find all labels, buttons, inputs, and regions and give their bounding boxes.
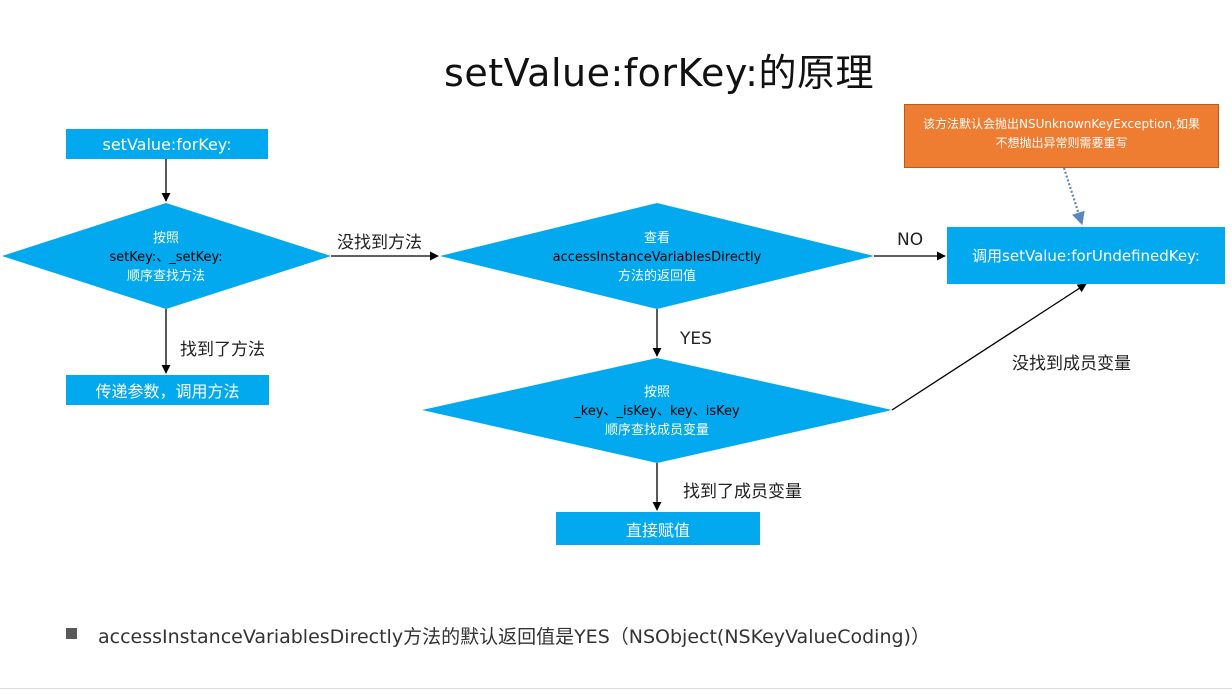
bullet-text: accessInstanceVariablesDirectly方法的默认返回值是… — [98, 626, 930, 648]
assign-node: 直接赋值 — [556, 512, 760, 545]
edge-label-method-found: 找到了方法 — [180, 340, 265, 360]
bullet-square-icon — [66, 628, 77, 639]
edge-label-no: NO — [897, 230, 924, 250]
decision-find-setter-text: 按照 setKey:、_setKey: 顺序查找方法 — [109, 231, 223, 284]
decision-find-ivar-text: 按照 _key、_isKey、key、isKey 顺序查找成员变量 — [574, 385, 740, 438]
note-connector — [1062, 167, 1085, 226]
pass-params-node: 传递参数，调用方法 — [66, 375, 269, 405]
arrow-decision3-to-undefined — [891, 283, 1087, 411]
undefined-key-node: 调用setValue:forUndefinedKey: — [947, 227, 1225, 284]
exception-note: 该方法默认会抛出NSUnknownKeyException,如果 不想抛出异常则… — [904, 104, 1219, 168]
edge-label-ivar-found: 找到了成员变量 — [683, 482, 802, 502]
start-node: setValue:forKey: — [66, 129, 268, 159]
edge-label-ivar-not-found: 没找到成员变量 — [1012, 354, 1131, 374]
edge-label-method-not-found: 没找到方法 — [337, 233, 422, 253]
decision-access-ivars-text: 查看 accessInstanceVariablesDirectly 方法的返回… — [552, 231, 762, 284]
bottom-divider — [0, 688, 1232, 689]
edge-label-yes: YES — [680, 329, 712, 349]
